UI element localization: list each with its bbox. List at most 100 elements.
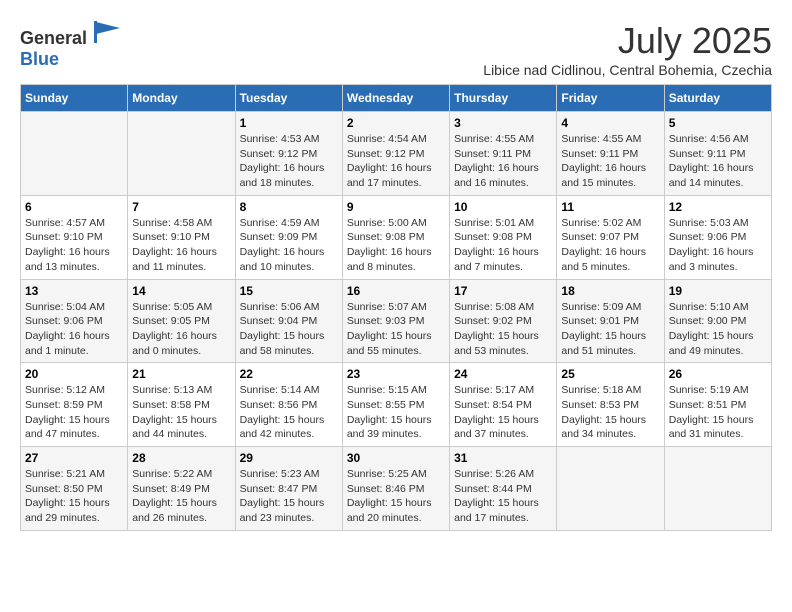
logo-general: General [20, 28, 87, 48]
calendar-cell [664, 447, 771, 531]
month-title: July 2025 [483, 20, 772, 62]
day-number: 8 [240, 200, 338, 214]
day-number: 9 [347, 200, 445, 214]
week-row-4: 20Sunrise: 5:12 AM Sunset: 8:59 PM Dayli… [21, 363, 772, 447]
day-number: 11 [561, 200, 659, 214]
calendar-cell: 17Sunrise: 5:08 AM Sunset: 9:02 PM Dayli… [450, 279, 557, 363]
day-info: Sunrise: 5:19 AM Sunset: 8:51 PM Dayligh… [669, 383, 767, 442]
calendar-cell: 13 Sunrise: 5:04 AM Sunset: 9:06 PM Dayli… [21, 279, 128, 363]
calendar-cell: 29Sunrise: 5:23 AM Sunset: 8:47 PM Dayli… [235, 447, 342, 531]
day-info: Sunrise: 4:55 AM Sunset: 9:11 PM Dayligh… [561, 132, 659, 191]
day-number: 16 [347, 284, 445, 298]
day-info: Sunrise: 4:55 AM Sunset: 9:11 PM Dayligh… [454, 132, 552, 191]
day-info: Sunrise: 5:03 AM Sunset: 9:06 PM Dayligh… [669, 216, 767, 275]
day-info: Sunrise: 5:09 AM Sunset: 9:01 PM Dayligh… [561, 300, 659, 359]
week-row-5: 27Sunrise: 5:21 AM Sunset: 8:50 PM Dayli… [21, 447, 772, 531]
day-info: Sunrise: 5:04 AM Sunset: 9:06 PM Dayligh… [25, 300, 123, 359]
col-header-wednesday: Wednesday [342, 85, 449, 112]
week-row-3: 13 Sunrise: 5:04 AM Sunset: 9:06 PM Dayli… [21, 279, 772, 363]
day-number: 31 [454, 451, 552, 465]
day-number: 28 [132, 451, 230, 465]
day-info: Sunrise: 5:01 AM Sunset: 9:08 PM Dayligh… [454, 216, 552, 275]
col-header-monday: Monday [128, 85, 235, 112]
calendar-cell [128, 112, 235, 196]
day-number: 5 [669, 116, 767, 130]
calendar-cell: 8 Sunrise: 4:59 AM Sunset: 9:09 PM Daylig… [235, 195, 342, 279]
day-info: Sunrise: 5:07 AM Sunset: 9:03 PM Dayligh… [347, 300, 445, 359]
day-info: Sunrise: 5:18 AM Sunset: 8:53 PM Dayligh… [561, 383, 659, 442]
day-number: 23 [347, 367, 445, 381]
day-info: Sunrise: 5:00 AM Sunset: 9:08 PM Dayligh… [347, 216, 445, 275]
day-number: 29 [240, 451, 338, 465]
day-number: 19 [669, 284, 767, 298]
col-header-saturday: Saturday [664, 85, 771, 112]
calendar-cell: 9 Sunrise: 5:00 AM Sunset: 9:08 PM Daylig… [342, 195, 449, 279]
day-info: Sunrise: 4:56 AM Sunset: 9:11 PM Dayligh… [669, 132, 767, 191]
calendar-cell: 25Sunrise: 5:18 AM Sunset: 8:53 PM Dayli… [557, 363, 664, 447]
day-number: 6 [25, 200, 123, 214]
day-number: 22 [240, 367, 338, 381]
logo-blue: Blue [20, 49, 59, 69]
day-info: Sunrise: 4:53 AM Sunset: 9:12 PM Dayligh… [240, 132, 338, 191]
day-number: 21 [132, 367, 230, 381]
week-row-2: 6 Sunrise: 4:57 AM Sunset: 9:10 PM Daylig… [21, 195, 772, 279]
day-number: 13 [25, 284, 123, 298]
day-info: Sunrise: 5:06 AM Sunset: 9:04 PM Dayligh… [240, 300, 338, 359]
calendar-cell: 5 Sunrise: 4:56 AM Sunset: 9:11 PM Daylig… [664, 112, 771, 196]
header-row: SundayMondayTuesdayWednesdayThursdayFrid… [21, 85, 772, 112]
day-number: 26 [669, 367, 767, 381]
day-number: 7 [132, 200, 230, 214]
calendar-cell [21, 112, 128, 196]
day-number: 20 [25, 367, 123, 381]
calendar-cell: 22 Sunrise: 5:14 AM Sunset: 8:56 PM Dayli… [235, 363, 342, 447]
col-header-thursday: Thursday [450, 85, 557, 112]
calendar-cell: 26 Sunrise: 5:19 AM Sunset: 8:51 PM Dayli… [664, 363, 771, 447]
day-info: Sunrise: 4:58 AM Sunset: 9:10 PM Dayligh… [132, 216, 230, 275]
calendar-cell: 11 Sunrise: 5:02 AM Sunset: 9:07 PM Dayli… [557, 195, 664, 279]
day-info: Sunrise: 5:02 AM Sunset: 9:07 PM Dayligh… [561, 216, 659, 275]
day-number: 2 [347, 116, 445, 130]
header: General Blue July 2025 Libice nad Cidlin… [20, 20, 772, 78]
calendar-cell: 2 Sunrise: 4:54 AM Sunset: 9:12 PM Daylig… [342, 112, 449, 196]
day-number: 17 [454, 284, 552, 298]
week-row-1: 1 Sunrise: 4:53 AM Sunset: 9:12 PM Daylig… [21, 112, 772, 196]
day-info: Sunrise: 4:57 AM Sunset: 9:10 PM Dayligh… [25, 216, 123, 275]
calendar-cell: 31Sunrise: 5:26 AM Sunset: 8:44 PM Dayli… [450, 447, 557, 531]
day-info: Sunrise: 5:25 AM Sunset: 8:46 PM Dayligh… [347, 467, 445, 526]
location-title: Libice nad Cidlinou, Central Bohemia, Cz… [483, 62, 772, 78]
calendar-cell: 21Sunrise: 5:13 AM Sunset: 8:58 PM Dayli… [128, 363, 235, 447]
calendar-cell: 1 Sunrise: 4:53 AM Sunset: 9:12 PM Daylig… [235, 112, 342, 196]
calendar-cell: 30 Sunrise: 5:25 AM Sunset: 8:46 PM Dayli… [342, 447, 449, 531]
day-number: 14 [132, 284, 230, 298]
calendar-cell: 28Sunrise: 5:22 AM Sunset: 8:49 PM Dayli… [128, 447, 235, 531]
day-number: 12 [669, 200, 767, 214]
calendar-cell: 4 Sunrise: 4:55 AM Sunset: 9:11 PM Daylig… [557, 112, 664, 196]
col-header-friday: Friday [557, 85, 664, 112]
calendar-cell [557, 447, 664, 531]
logo-flag-icon [94, 20, 122, 44]
day-info: Sunrise: 4:59 AM Sunset: 9:09 PM Dayligh… [240, 216, 338, 275]
day-number: 24 [454, 367, 552, 381]
day-info: Sunrise: 5:17 AM Sunset: 8:54 PM Dayligh… [454, 383, 552, 442]
calendar-cell: 16 Sunrise: 5:07 AM Sunset: 9:03 PM Dayli… [342, 279, 449, 363]
calendar-cell: 20Sunrise: 5:12 AM Sunset: 8:59 PM Dayli… [21, 363, 128, 447]
day-info: Sunrise: 5:10 AM Sunset: 9:00 PM Dayligh… [669, 300, 767, 359]
calendar-cell: 14Sunrise: 5:05 AM Sunset: 9:05 PM Dayli… [128, 279, 235, 363]
logo-wordmark: General Blue [20, 20, 122, 70]
day-number: 10 [454, 200, 552, 214]
day-number: 4 [561, 116, 659, 130]
calendar-cell: 18Sunrise: 5:09 AM Sunset: 9:01 PM Dayli… [557, 279, 664, 363]
calendar-table: SundayMondayTuesdayWednesdayThursdayFrid… [20, 84, 772, 531]
calendar-cell: 12 Sunrise: 5:03 AM Sunset: 9:06 PM Dayli… [664, 195, 771, 279]
day-info: Sunrise: 4:54 AM Sunset: 9:12 PM Dayligh… [347, 132, 445, 191]
calendar-cell: 7 Sunrise: 4:58 AM Sunset: 9:10 PM Daylig… [128, 195, 235, 279]
day-info: Sunrise: 5:14 AM Sunset: 8:56 PM Dayligh… [240, 383, 338, 442]
day-number: 30 [347, 451, 445, 465]
day-number: 1 [240, 116, 338, 130]
logo: General Blue [20, 20, 122, 70]
day-info: Sunrise: 5:21 AM Sunset: 8:50 PM Dayligh… [25, 467, 123, 526]
calendar-cell: 3Sunrise: 4:55 AM Sunset: 9:11 PM Daylig… [450, 112, 557, 196]
calendar-cell: 10 Sunrise: 5:01 AM Sunset: 9:08 PM Dayli… [450, 195, 557, 279]
day-number: 15 [240, 284, 338, 298]
calendar-cell: 6 Sunrise: 4:57 AM Sunset: 9:10 PM Daylig… [21, 195, 128, 279]
